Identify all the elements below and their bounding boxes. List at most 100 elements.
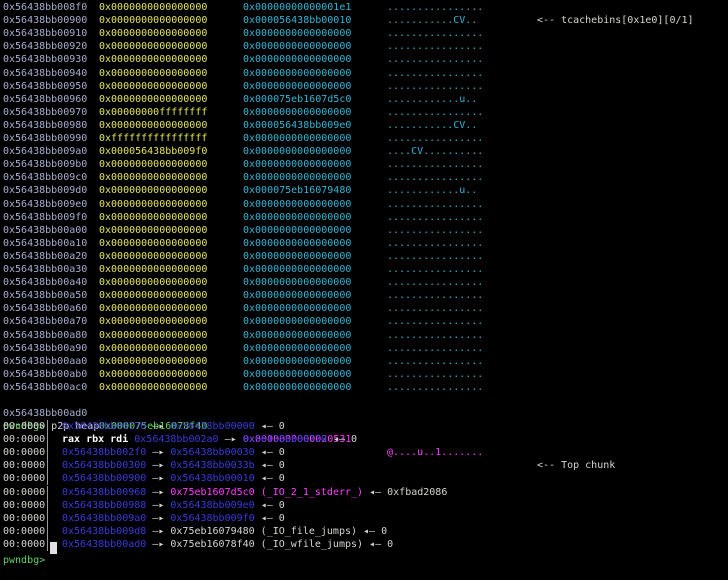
telescope-chain: 0x56438bb002f0 —▸ 0x56438bb00030 ◂— 0 xyxy=(62,446,285,459)
heap-row-address: 0x56438bb008f0 xyxy=(3,2,88,13)
heap-row-address: 0x56438bb009c0 xyxy=(3,172,88,184)
telescope-chain: 0x56438bb00968 —▸ 0x75eb1607d5c0 (_IO_2_… xyxy=(62,486,447,499)
heap-row-qword-2: 0x0000000000000000 xyxy=(243,146,352,158)
heap-row-address: 0x56438bb00ac0 xyxy=(3,381,88,393)
heap-row-qword-2: 0x0000000000000000 xyxy=(243,316,352,328)
telescope-offset: 00:0000 xyxy=(3,434,46,446)
pointer-segment: 0x56438bb00170 xyxy=(62,421,147,432)
pointer-segment: 0x56438bb00010 xyxy=(170,473,255,485)
pointer-segment: 0x56438bb009a0 xyxy=(62,512,147,524)
heap-row-qword-2: 0x0000000000000000 xyxy=(243,54,352,66)
heap-row-ascii: ............u.. xyxy=(387,93,478,105)
telescope-separator xyxy=(47,446,48,460)
pointer-segment: ◂— 0 xyxy=(254,460,285,472)
input-prompt-line[interactable]: pwndbg> xyxy=(0,541,728,566)
heap-row-qword-1: 0x0000000000000000 xyxy=(99,211,208,223)
heap-row-ascii: ................ xyxy=(387,316,484,328)
heap-row-qword-2: 0x000075eb1607d5c0 xyxy=(243,93,352,105)
telescope-row: 00:0000 0x56438bb00900 —▸ 0x56438bb00010 … xyxy=(0,472,728,486)
telescope-chain: 0x56438bb009d8 —▸ 0x75eb16079480 (_IO_fi… xyxy=(62,525,387,538)
telescope-row: 00:0000 0x56438bb002f0 —▸ 0x56438bb00030 … xyxy=(0,446,728,460)
heap-row-qword-2: 0x0000000000000000 xyxy=(243,368,352,380)
heap-row: 0x56438bb00940 0x0000000000000000 0x000000… xyxy=(0,67,728,80)
heap-row-qword-1: 0x0000000000000000 xyxy=(99,329,208,341)
telescope-row: 00:0000 0x56438bb009d8 —▸ 0x75eb16079480 … xyxy=(0,524,728,538)
heap-row: 0x56438bb00a10 0x0000000000000000 0x000000… xyxy=(0,237,728,250)
heap-row-qword-1: 0x0000000000000000 xyxy=(99,342,208,354)
heap-row-ascii: ................ xyxy=(387,41,484,53)
heap-row-qword-1: 0x0000000000000000 xyxy=(99,250,208,262)
pointer-segment: —▸ xyxy=(146,486,171,498)
heap-row-qword-2: 0x0000000000000000 xyxy=(243,172,352,184)
heap-row-top-chunk: 0x56438bb00ad0 0x000075eb16078f40 0x0000… xyxy=(0,394,728,471)
heap-row: 0x56438bb00930 0x0000000000000000 0x000000… xyxy=(0,53,728,66)
heap-row-ascii: ................ xyxy=(387,172,484,184)
telescope-offset: 00:0000 xyxy=(3,447,46,459)
heap-row-address: 0x56438bb00a40 xyxy=(3,277,88,289)
pointer-segment: ◂— 0 xyxy=(254,473,285,485)
heap-row-qword-2: 0x0000000000000000 xyxy=(243,277,352,289)
telescope-chain: 0x56438bb00988 —▸ 0x56438bb009e0 ◂— 0 xyxy=(62,499,285,512)
heap-row-qword-2: 0x0000000000000000 xyxy=(243,237,352,249)
heap-row-ascii: ................ xyxy=(387,28,484,40)
telescope-offset: 00:0000 xyxy=(3,421,46,432)
heap-row-qword-2: 0x0000000000000000 xyxy=(243,329,352,341)
heap-row-qword-1: 0x0000000000000000 xyxy=(99,277,208,289)
command-prompt-line: pwndbg> p2p heap xyxy=(0,407,728,432)
heap-row-ascii: ....CV.......... xyxy=(387,146,484,158)
pointer-segment: —▸ xyxy=(146,473,171,485)
heap-row: 0x56438bb00900 0x0000000000000000 0x000056… xyxy=(0,14,728,27)
heap-row-qword-1: 0x0000000000000000 xyxy=(99,172,208,184)
pointer-segment: ◂— 0 xyxy=(254,421,285,432)
heap-row-qword-2: 0x000056438bb009e0 xyxy=(243,119,352,131)
heap-row-qword-1: 0x000056438bb009f0 xyxy=(99,146,208,158)
heap-row-address: 0x56438bb00a20 xyxy=(3,250,88,262)
heap-row-ascii: ................ xyxy=(387,198,484,210)
heap-row-qword-2: 0x0000000000000000 xyxy=(243,250,352,262)
heap-row: 0x56438bb009c0 0x0000000000000000 0x000000… xyxy=(0,171,728,184)
heap-row-qword-2: 0x0000000000000000 xyxy=(243,355,352,367)
heap-row-address: 0x56438bb00a70 xyxy=(3,316,88,328)
heap-row-qword-1: 0x0000000000000000 xyxy=(99,80,208,92)
pointer-segment: 0x56438bb009e0 xyxy=(170,499,255,511)
terminal-window[interactable]: 0x56438bb008f0 0x0000000000000000 0x000000… xyxy=(0,0,728,566)
heap-row: 0x56438bb00920 0x0000000000000000 0x000000… xyxy=(0,40,728,53)
telescope-row: 00:0000 0x56438bb00988 —▸ 0x56438bb009e0 … xyxy=(0,498,728,512)
heap-row: 0x56438bb00a50 0x0000000000000000 0x000000… xyxy=(0,289,728,302)
heap-row: 0x56438bb00ab0 0x0000000000000000 0x000000… xyxy=(0,368,728,381)
heap-row-qword-1: 0x0000000000000000 xyxy=(99,355,208,367)
heap-row-ascii: ................ xyxy=(387,224,484,236)
heap-row-qword-2: 0x0000000000000000 xyxy=(243,224,352,236)
heap-row-qword-2: 0x0000000000000000 xyxy=(243,133,352,144)
telescope-row: 00:0000 0x56438bb00300 —▸ 0x56438bb0033b … xyxy=(0,459,728,473)
heap-row: 0x56438bb00980 0x0000000000000000 0x000056… xyxy=(0,119,728,132)
heap-row-qword-1: 0x0000000000000000 xyxy=(99,67,208,79)
heap-row-qword-1: 0x0000000000000000 xyxy=(99,28,208,40)
heap-row-qword-2: 0x0000000000000000 xyxy=(243,381,352,393)
heap-row-qword-2: 0x0000000000000000 xyxy=(243,342,352,354)
telescope-separator xyxy=(47,511,48,525)
heap-row-qword-2: 0x0000000000000000 xyxy=(243,303,352,315)
pointer-segment: —▸ xyxy=(146,460,171,472)
telescope-separator xyxy=(47,459,48,473)
telescope-chain: 0x56438bb00900 —▸ 0x56438bb00010 ◂— 0 xyxy=(62,472,285,485)
heap-row-address: 0x56438bb00ab0 xyxy=(3,368,88,380)
telescope-separator xyxy=(47,472,48,486)
heap-row-ascii: ................ xyxy=(387,67,484,79)
heap-row-qword-1: 0x0000000000000000 xyxy=(99,198,208,210)
heap-row-address: 0x56438bb009b0 xyxy=(3,159,88,171)
heap-row-ascii: ...........CV.. xyxy=(387,15,478,27)
telescope-separator xyxy=(47,485,48,499)
heap-row: 0x56438bb00a90 0x0000000000000000 0x000000… xyxy=(0,342,728,355)
telescope-row: 00:0000 rax rbx rdi 0x56438bb002a0 —▸ 0x5… xyxy=(0,433,728,447)
heap-row-qword-1: 0x0000000000000000 xyxy=(99,159,208,171)
heap-row-qword-2: 0x00000000000001e1 xyxy=(243,2,352,13)
heap-row-address: 0x56438bb009d0 xyxy=(3,185,88,197)
pointer-segment: 0x56438bb00720 xyxy=(242,434,327,446)
heap-row-ascii: ................ xyxy=(387,329,484,341)
heap-row-ascii: ................ xyxy=(387,237,484,249)
heap-row-qword-1: 0x0000000000000000 xyxy=(99,303,208,315)
pointer-segment: ◂— 0 xyxy=(254,447,285,459)
heap-row-address: 0x56438bb00900 xyxy=(3,15,88,27)
heap-row-ascii: ................ xyxy=(387,159,484,171)
